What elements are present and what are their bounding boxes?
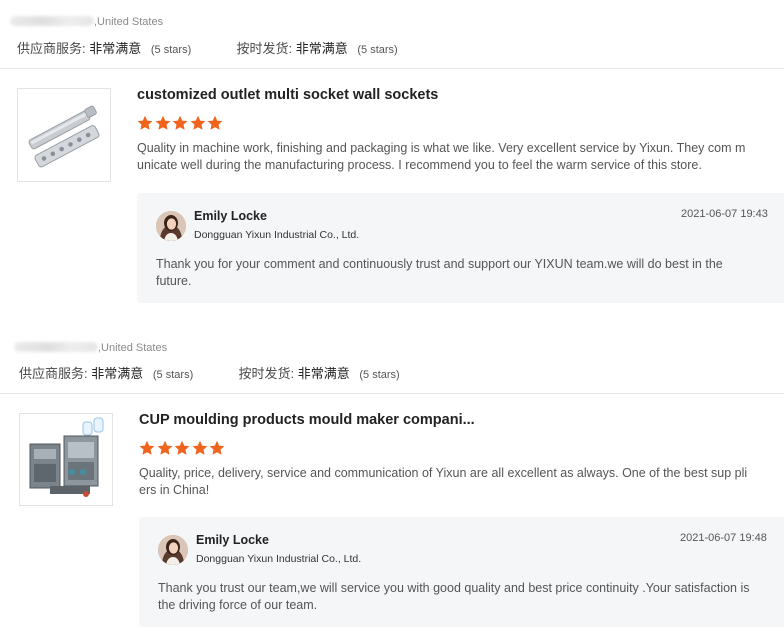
shipping-value: 非常满意 [297, 366, 350, 381]
ratings-row: 供应商服务: 非常满意 (5 stars) 按时发货: 非常满意 (5 star… [17, 38, 398, 57]
divider [0, 68, 784, 69]
product-title-link[interactable]: CUP moulding products mould maker compan… [139, 412, 475, 428]
star-icon [137, 115, 153, 130]
star-icon [192, 440, 207, 455]
star-icon [207, 115, 223, 130]
star-icon [209, 440, 225, 455]
shipping-value: 非常满意 [295, 41, 348, 56]
shipping-label: 按时发货: [238, 366, 295, 381]
supplier-service-label: 供应商服务: [19, 366, 88, 381]
review-card: ,United States 供应商服务: 非常满意 (5 stars) 按时发… [0, 325, 784, 635]
reply-timestamp: 2021-06-07 19:43 [681, 208, 768, 220]
product-thumbnail[interactable] [19, 413, 113, 506]
buyer-name-blurred [10, 16, 94, 26]
reply-company: Dongguan Yixun Industrial Co., Ltd. [194, 229, 360, 241]
reply-author-name: Emily Locke [196, 533, 269, 547]
supplier-reply: Emily Locke Dongguan Yixun Industrial Co… [139, 517, 784, 627]
star-icon [174, 440, 190, 455]
reply-author-name: Emily Locke [194, 209, 267, 223]
divider [0, 393, 784, 394]
shipping-stars: (5 stars) [357, 44, 398, 56]
review-text: Quality in machine work, finishing and p… [137, 141, 746, 172]
reply-timestamp: 2021-06-07 19:48 [680, 532, 767, 544]
socket-strip-icon [28, 105, 100, 168]
star-rating [139, 440, 227, 458]
avatar [158, 535, 188, 565]
product-title-link[interactable]: customized outlet multi socket wall sock… [137, 87, 438, 103]
review-text: Quality, price, delivery, service and co… [139, 466, 748, 497]
product-thumbnail[interactable] [17, 88, 111, 182]
reply-company: Dongguan Yixun Industrial Co., Ltd. [196, 553, 362, 565]
supplier-service-stars: (5 stars) [152, 369, 194, 381]
supplier-reply: Emily Locke Dongguan Yixun Industrial Co… [137, 193, 784, 303]
star-icon [190, 115, 205, 130]
star-rating [137, 115, 225, 133]
supplier-service-value: 非常满意 [89, 41, 142, 56]
star-icon [157, 440, 172, 455]
supplier-service-label: 供应商服务: [17, 41, 86, 56]
buyer-country: ,United States [94, 16, 164, 28]
ratings-row: 供应商服务: 非常满意 (5 stars) 按时发货: 非常满意 (5 star… [19, 363, 400, 382]
supplier-service-stars: (5 stars) [150, 44, 192, 56]
review-card: ,United States 供应商服务: 非常满意 (5 stars) 按时发… [0, 0, 784, 320]
buyer-info: ,United States [14, 342, 167, 354]
supplier-service-value: 非常满意 [91, 366, 144, 381]
shipping-stars: (5 stars) [359, 369, 400, 381]
buyer-name-blurred [14, 342, 98, 352]
reply-text: Thank you trust our team,we will service… [158, 581, 750, 612]
buyer-info: ,United States [10, 16, 163, 28]
buyer-country: ,United States [98, 342, 168, 354]
reply-text: Thank you for your comment and continuou… [156, 257, 723, 288]
shipping-label: 按时发货: [236, 41, 293, 56]
star-icon [155, 115, 170, 130]
star-icon [139, 440, 155, 455]
avatar [156, 211, 186, 241]
mould-icon [20, 414, 112, 505]
star-icon [172, 115, 188, 130]
